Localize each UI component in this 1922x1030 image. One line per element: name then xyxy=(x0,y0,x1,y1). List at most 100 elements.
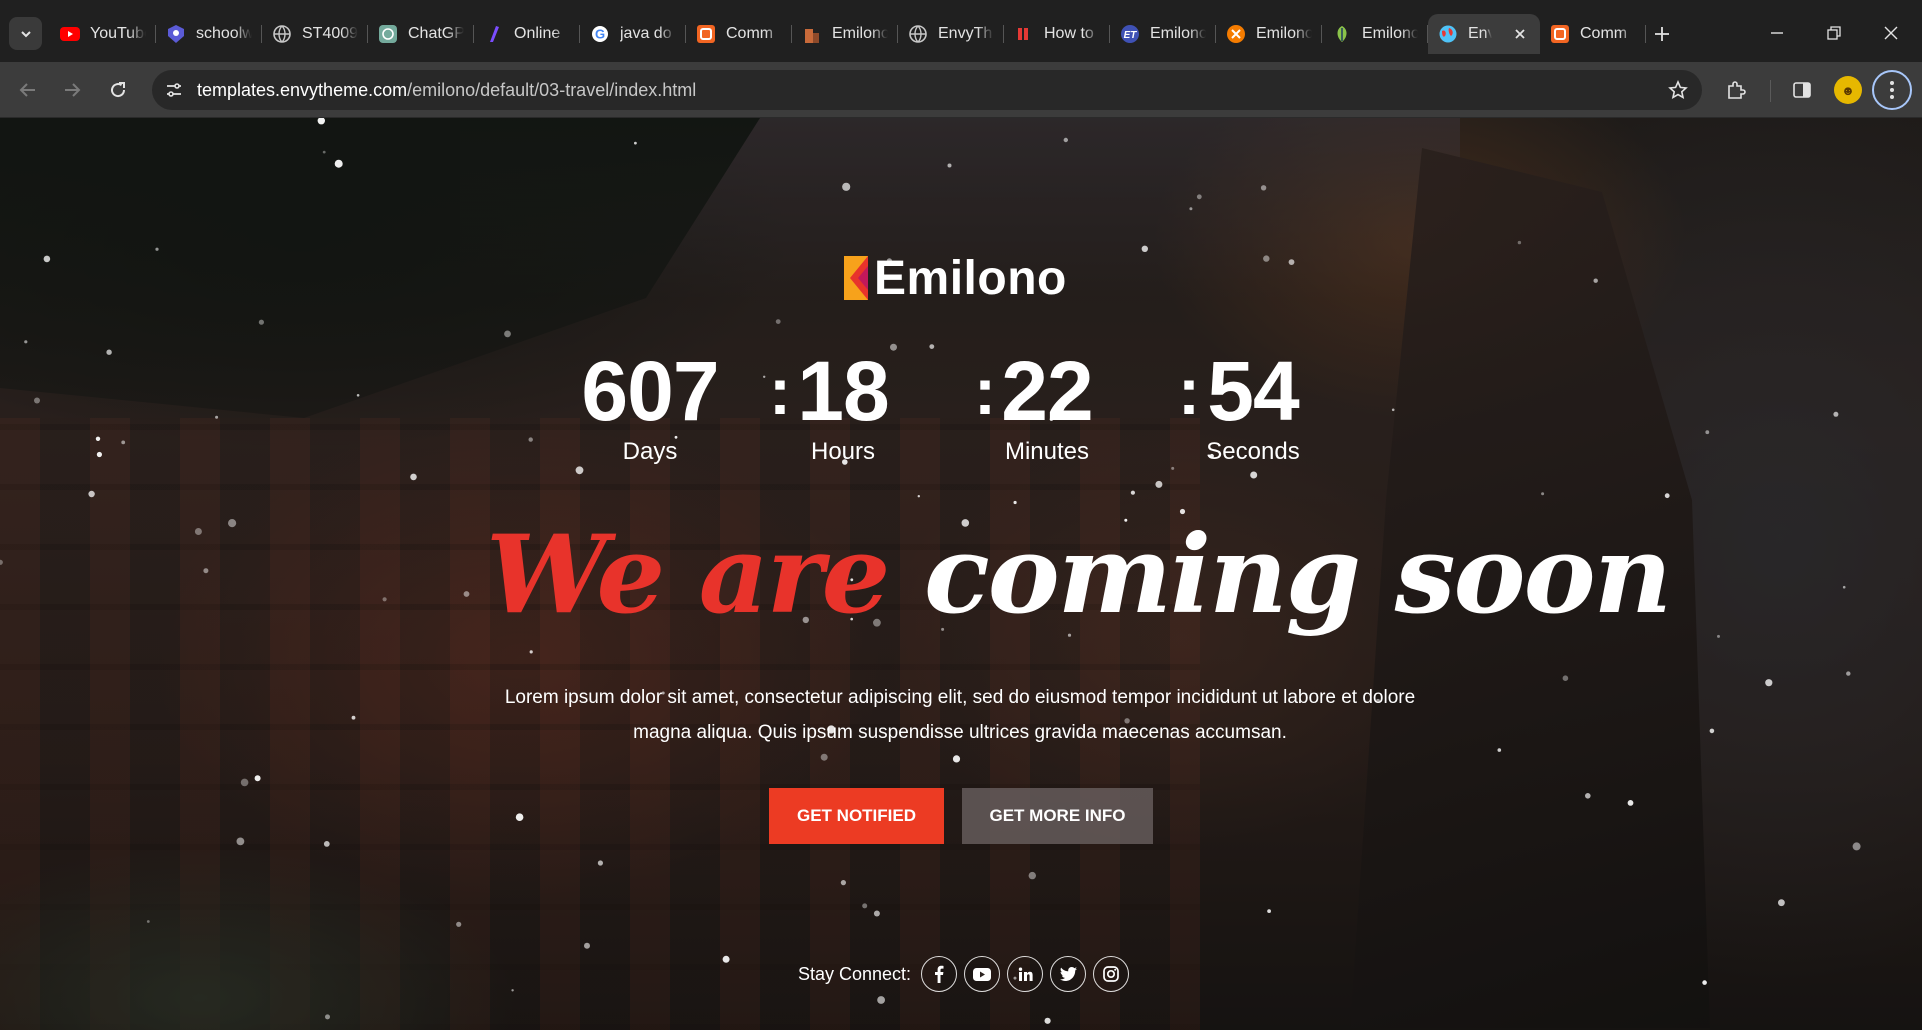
snow-particle xyxy=(322,150,326,154)
snow-particle xyxy=(155,247,159,251)
snow-particle xyxy=(1063,137,1069,143)
snow-particle xyxy=(325,1014,330,1020)
tab-title: EnvyTh xyxy=(938,25,993,42)
countdown-minutes: 22 Minutes xyxy=(957,346,1137,466)
tab-active[interactable]: Env xyxy=(1428,14,1540,54)
instagram-link[interactable] xyxy=(1093,956,1130,992)
tab[interactable]: Emilono xyxy=(792,14,898,54)
tab[interactable]: ChatGPT xyxy=(368,14,474,54)
restore-button[interactable] xyxy=(1819,18,1849,48)
snow-particle xyxy=(323,841,330,847)
snow-particle xyxy=(1702,980,1707,985)
twitter-link[interactable] xyxy=(1050,956,1087,992)
tab[interactable]: G java do xyxy=(580,14,686,54)
forward-button[interactable] xyxy=(56,74,88,106)
svg-text:G: G xyxy=(595,27,605,42)
tab-title: ChatGPT xyxy=(408,25,464,42)
countdown-days: 607 Days xyxy=(560,346,740,466)
twitter-icon xyxy=(1059,967,1077,981)
profile-avatar[interactable]: ☻ xyxy=(1834,76,1862,104)
countdown-hours: 18 Hours xyxy=(753,346,933,466)
tab[interactable]: ET Emilono xyxy=(1110,14,1216,54)
snow-particle xyxy=(1130,490,1135,495)
instagram-icon xyxy=(1103,966,1119,982)
snow-particle xyxy=(877,996,885,1004)
browser-window: YouTube schoolwork ST4009 ChatGPT Online… xyxy=(0,0,1922,1030)
linkedin-link[interactable] xyxy=(1007,956,1044,992)
tab[interactable]: Emilono xyxy=(1216,14,1322,54)
snow-particle xyxy=(1585,793,1591,799)
new-tab-button[interactable] xyxy=(1648,20,1676,48)
extensions-button[interactable] xyxy=(1720,74,1752,106)
browser-toolbar: templates.envytheme.com/emilono/default/… xyxy=(0,62,1922,118)
tab-title: Emilono xyxy=(1150,25,1206,42)
puzzle-icon xyxy=(1728,81,1746,99)
tab-title: Emilono xyxy=(1362,25,1418,42)
tab-title: Online xyxy=(514,25,561,42)
youtube-link[interactable] xyxy=(964,956,1001,992)
close-tab-icon[interactable] xyxy=(1510,24,1530,44)
tab-title: ST4009 xyxy=(302,25,358,42)
minimize-icon xyxy=(1771,32,1783,34)
tab[interactable]: schoolwork xyxy=(156,14,262,54)
snow-particle xyxy=(1189,207,1193,211)
snow-particle xyxy=(528,437,533,442)
hero-description: Lorem ipsum dolor sit amet, consectetur … xyxy=(460,680,1460,750)
snow-particle xyxy=(597,860,604,866)
hours-value: 18 xyxy=(797,344,889,438)
logo-mark-icon xyxy=(844,256,868,300)
snow-particle xyxy=(1765,679,1773,687)
snow-particle xyxy=(382,597,387,602)
arrow-right-icon xyxy=(65,83,81,97)
snow-particle xyxy=(258,319,264,325)
side-panel-icon xyxy=(1793,82,1811,98)
tab-title: Emilono xyxy=(1256,25,1312,42)
snow-particle xyxy=(1833,411,1839,417)
description-line: magna aliqua. Quis ipsum suspendisse ult… xyxy=(633,722,1287,743)
tab-title: Comm xyxy=(1580,25,1628,42)
tab[interactable]: ST4009 xyxy=(262,14,368,54)
snow-particle xyxy=(1288,259,1295,265)
url-path: /emilono/default/03-travel/index.html xyxy=(407,80,697,100)
get-more-info-button[interactable]: GET MORE INFO xyxy=(962,788,1153,844)
more-vertical-icon xyxy=(1890,81,1894,99)
snow-particle xyxy=(1028,871,1037,880)
tab[interactable]: Comm xyxy=(686,14,792,54)
address-bar[interactable]: templates.envytheme.com/emilono/default/… xyxy=(152,70,1702,110)
snow-particle xyxy=(0,559,3,565)
snow-particle xyxy=(1705,430,1710,435)
orange-x-icon xyxy=(1226,24,1246,44)
snow-particle xyxy=(584,942,590,949)
back-button[interactable] xyxy=(12,74,44,106)
reload-button[interactable] xyxy=(102,74,134,106)
bookmark-star-icon[interactable] xyxy=(1666,78,1690,102)
facebook-icon xyxy=(935,965,944,983)
get-notified-button[interactable]: GET NOTIFIED xyxy=(769,788,944,844)
side-panel-button[interactable] xyxy=(1786,74,1818,106)
snow-particle xyxy=(775,319,781,324)
description-line: Lorem ipsum dolor sit amet, consectetur … xyxy=(504,687,1416,708)
emilono-building-icon xyxy=(802,24,822,44)
tab[interactable]: YouTube xyxy=(50,14,156,54)
tab[interactable]: Comm xyxy=(1540,14,1646,54)
days-value: 607 xyxy=(581,344,719,438)
snow-particle xyxy=(228,519,237,528)
tab[interactable]: EnvyTh xyxy=(898,14,1004,54)
tab[interactable]: Online xyxy=(474,14,580,54)
snow-particle xyxy=(1497,748,1502,752)
site-logo[interactable]: Emilono xyxy=(844,252,1067,305)
arrow-left-icon xyxy=(19,83,35,97)
snow-particle xyxy=(1260,185,1267,191)
site-info-icon[interactable] xyxy=(162,78,186,102)
snow-particle xyxy=(24,340,28,344)
tab[interactable]: Emilono xyxy=(1322,14,1428,54)
minimize-button[interactable] xyxy=(1762,18,1792,48)
snow-particle xyxy=(1842,585,1846,589)
close-window-button[interactable] xyxy=(1876,18,1906,48)
browser-menu-button[interactable] xyxy=(1872,70,1912,110)
tab-search-button[interactable] xyxy=(9,17,42,50)
reload-icon xyxy=(111,82,126,98)
plus-icon xyxy=(1655,27,1669,41)
tab[interactable]: How to xyxy=(1004,14,1110,54)
facebook-link[interactable] xyxy=(921,956,958,992)
